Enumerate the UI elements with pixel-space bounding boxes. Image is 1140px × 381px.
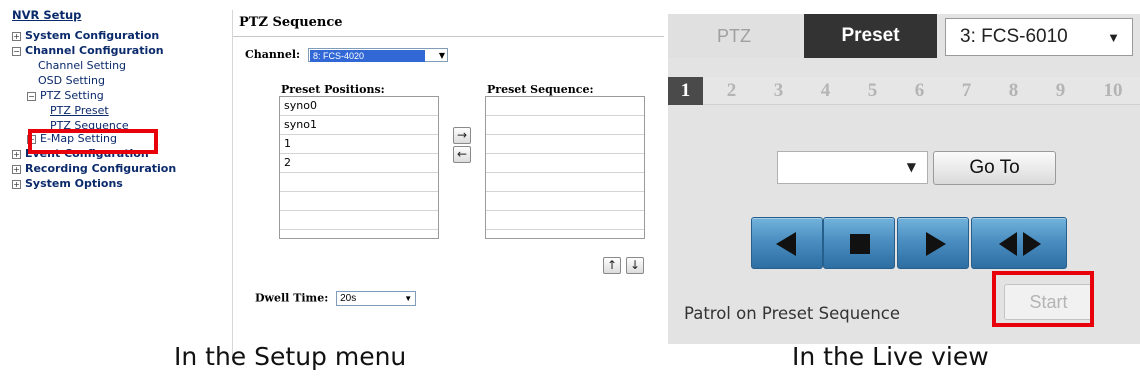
- list-item[interactable]: [486, 135, 644, 154]
- start-button-highlight: [992, 271, 1094, 327]
- list-item[interactable]: [486, 173, 644, 192]
- collapse-icon[interactable]: −: [27, 91, 36, 101]
- ptz-sequence-highlight: [28, 129, 158, 154]
- nvr-setup-title[interactable]: NVR Setup: [12, 8, 227, 22]
- menu-ptz-setting[interactable]: − PTZ Setting: [12, 88, 227, 103]
- list-item[interactable]: [280, 211, 438, 230]
- list-item[interactable]: 1: [280, 135, 438, 154]
- number-tab[interactable]: 5: [855, 77, 890, 105]
- menu-channel-configuration[interactable]: − Channel Configuration: [12, 43, 227, 58]
- caption-live-view: In the Live view: [792, 342, 989, 371]
- move-up-button[interactable]: ↑: [603, 257, 621, 274]
- preset-positions-label: Preset Positions:: [281, 83, 385, 96]
- number-tab[interactable]: 6: [902, 77, 937, 105]
- list-item[interactable]: syno0: [280, 97, 438, 116]
- stop-icon: [850, 234, 870, 254]
- prev-next-icon: [999, 232, 1041, 256]
- chevron-down-icon: ▼: [1107, 30, 1120, 45]
- dwell-time-label: Dwell Time:: [255, 291, 329, 305]
- list-item[interactable]: [280, 173, 438, 192]
- sequence-number-tabs: 1 2 3 4 5 6 7 8 9 10: [668, 77, 1140, 105]
- move-down-button[interactable]: ↓: [626, 257, 644, 274]
- expand-icon[interactable]: +: [12, 31, 21, 41]
- play-icon: [926, 232, 946, 256]
- tab-ptz[interactable]: PTZ: [668, 14, 800, 58]
- list-item[interactable]: 2: [280, 154, 438, 173]
- go-to-button[interactable]: Go To: [933, 151, 1056, 185]
- number-tab[interactable]: 9: [1043, 77, 1078, 105]
- list-item[interactable]: syno1: [280, 116, 438, 135]
- menu-recording-configuration[interactable]: + Recording Configuration: [12, 161, 227, 176]
- setup-sidebar: NVR Setup + System Configuration − Channel…: [12, 8, 227, 191]
- ptz-sequence-panel: PTZ Sequence Channel: 8: FCS-4020 ▼ Pres…: [232, 10, 664, 355]
- caption-setup-menu: In the Setup menu: [174, 342, 407, 371]
- tab-preset[interactable]: Preset: [804, 14, 937, 58]
- previous-button[interactable]: [751, 217, 823, 269]
- channel-label: Channel:: [245, 48, 301, 61]
- prev-icon: [776, 232, 796, 256]
- number-tab[interactable]: 10: [1088, 77, 1138, 105]
- channel-select[interactable]: 8: FCS-4020 ▼: [307, 48, 448, 62]
- list-item[interactable]: [280, 192, 438, 211]
- remove-from-sequence-button[interactable]: ←: [453, 146, 471, 163]
- list-item[interactable]: [486, 192, 644, 211]
- expand-icon[interactable]: +: [12, 149, 21, 159]
- add-to-sequence-button[interactable]: →: [453, 127, 471, 144]
- menu-channel-setting[interactable]: Channel Setting: [12, 58, 227, 73]
- chevron-down-icon: ▼: [906, 160, 916, 174]
- number-tab[interactable]: 4: [808, 77, 843, 105]
- preset-select[interactable]: ▼: [777, 151, 928, 184]
- number-tab[interactable]: 8: [996, 77, 1031, 105]
- camera-value: 3: FCS-6010: [960, 26, 1068, 47]
- chevron-down-icon: ▼: [404, 294, 413, 303]
- panel-title: PTZ Sequence: [233, 10, 664, 37]
- dwell-time-value: 20s: [340, 293, 357, 304]
- prev-next-button[interactable]: [971, 217, 1067, 269]
- menu-ptz-preset[interactable]: PTZ Preset: [12, 103, 227, 118]
- play-button[interactable]: [897, 217, 969, 269]
- preset-sequence-list[interactable]: [485, 96, 645, 239]
- list-item[interactable]: [486, 154, 644, 173]
- expand-icon[interactable]: +: [12, 179, 21, 189]
- list-item[interactable]: [486, 211, 644, 230]
- list-item[interactable]: [486, 97, 644, 116]
- preset-positions-list[interactable]: syno0 syno1 1 2: [279, 96, 439, 239]
- list-item[interactable]: [486, 116, 644, 135]
- chevron-down-icon: ▼: [438, 50, 445, 60]
- channel-row: Channel: 8: FCS-4020 ▼: [245, 48, 448, 62]
- number-tab[interactable]: 7: [949, 77, 984, 105]
- patrol-label: Patrol on Preset Sequence: [684, 304, 901, 323]
- number-tab[interactable]: 3: [761, 77, 796, 105]
- number-tab[interactable]: 2: [714, 77, 749, 105]
- stop-button[interactable]: [823, 217, 895, 269]
- collapse-icon[interactable]: −: [12, 46, 21, 56]
- menu-osd-setting[interactable]: OSD Setting: [12, 73, 227, 88]
- channel-value: 8: FCS-4020: [309, 50, 425, 62]
- dwell-time-row: Dwell Time: 20s ▼: [255, 291, 417, 306]
- dwell-time-select[interactable]: 20s ▼: [336, 291, 417, 306]
- menu-system-configuration[interactable]: + System Configuration: [12, 28, 227, 43]
- expand-icon[interactable]: +: [12, 164, 21, 174]
- number-tab[interactable]: 1: [668, 77, 703, 105]
- camera-select[interactable]: 3: FCS-6010 ▼: [945, 18, 1133, 56]
- menu-system-options[interactable]: + System Options: [12, 176, 227, 191]
- preset-sequence-label: Preset Sequence:: [487, 83, 594, 96]
